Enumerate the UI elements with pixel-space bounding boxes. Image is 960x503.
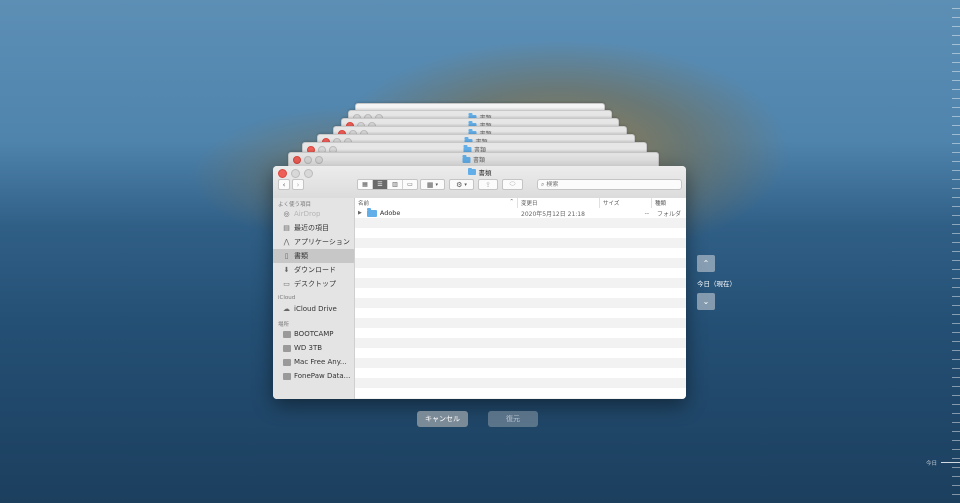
sidebar-item-bootcamp[interactable]: BOOTCAMP	[273, 327, 354, 341]
chevron-down-icon: ⌄	[702, 297, 710, 306]
column-date[interactable]: 変更日	[518, 198, 600, 208]
share-button[interactable]: ⇪	[478, 179, 498, 190]
finder-window: 書類 ‹ › ▦ ☰ ▥ ▭ ▦▾ ⚙▾ ⇪ ⬭ ⌕ よく使う項目 ◎AirDr…	[273, 166, 686, 399]
zoom-button[interactable]	[304, 169, 313, 178]
file-rows: ▶ Adobe 2020年5月12日 21:18 -- フォルダ	[355, 208, 686, 399]
sort-ascending-icon: ⌃	[509, 199, 514, 205]
sidebar-section-icloud: iCloud	[278, 295, 296, 301]
window-toolbar: 書類 ‹ › ▦ ☰ ▥ ▭ ▦ ▾ ⚙ ▾ ⇪ ⬭ ⌕	[273, 166, 686, 199]
view-mode-selector: ▦ ☰ ▥ ▭	[357, 179, 418, 190]
sidebar-item-desktop[interactable]: ▭ デスクトップ	[273, 277, 354, 291]
disclosure-triangle-icon[interactable]: ▶	[358, 210, 362, 216]
chevron-down-icon: ▾	[464, 181, 467, 188]
action-button[interactable]: ⚙ ▾	[449, 179, 474, 190]
newer-button[interactable]: ⌃	[697, 255, 715, 272]
search-field[interactable]: ⌕	[537, 179, 682, 190]
disk-icon	[282, 344, 291, 353]
restore-button[interactable]: 復元	[488, 411, 538, 427]
sidebar-item-applications[interactable]: ⋀ アプリケーション	[273, 235, 354, 249]
sidebar-item-wd-3tb[interactable]: WD 3TB	[273, 341, 354, 355]
sidebar-item-airdrop[interactable]: ◎ AirDrop	[273, 207, 354, 221]
window-title: 書類	[467, 167, 492, 177]
icon-view-icon[interactable]: ▦	[358, 180, 373, 189]
file-row-adobe[interactable]: ▶ Adobe 2020年5月12日 21:18 -- フォルダ	[355, 208, 686, 218]
tag-button[interactable]: ⬭	[502, 179, 523, 190]
share-icon: ⇪	[485, 180, 491, 189]
list-view-icon[interactable]: ☰	[373, 180, 388, 189]
disk-icon	[282, 358, 291, 367]
cancel-button[interactable]: キャンセル	[417, 411, 468, 427]
forward-button[interactable]: ›	[292, 179, 304, 190]
cloud-icon: ☁	[283, 305, 290, 313]
group-button[interactable]: ▦ ▾	[420, 179, 445, 190]
close-dot-icon	[293, 156, 301, 164]
sidebar-item-documents[interactable]: ▯ 書類	[273, 249, 354, 263]
timemachine-current-label: 今日（現在）	[697, 280, 736, 288]
sidebar-item-recents[interactable]: ▤ 最近の項目	[273, 221, 354, 235]
recents-icon: ▤	[283, 224, 290, 232]
folder-icon	[461, 155, 470, 163]
minimize-button[interactable]	[291, 169, 300, 178]
back-button[interactable]: ‹	[278, 179, 290, 190]
chevron-up-icon: ⌃	[702, 259, 710, 268]
window-controls	[293, 156, 323, 164]
gallery-view-icon[interactable]: ▭	[403, 180, 417, 189]
column-size[interactable]: サイズ	[600, 198, 652, 208]
grid-icon: ▦	[426, 180, 434, 189]
minimize-dot-icon	[304, 156, 312, 164]
file-name-cell: ▶ Adobe	[358, 208, 401, 217]
sidebar-section-favorites: よく使う項目	[278, 202, 312, 208]
older-button[interactable]: ⌄	[697, 293, 715, 310]
sidebar: よく使う項目 ◎ AirDrop ▤ 最近の項目 ⋀ アプリケーション ▯ 書類 ⬇ ダウ…	[273, 198, 355, 399]
file-size: --	[644, 209, 649, 217]
disk-icon	[282, 330, 291, 339]
column-name[interactable]: 名前 ⌃	[355, 198, 518, 208]
window-controls	[278, 169, 313, 178]
timeline-ruler[interactable]	[944, 0, 960, 503]
tag-icon: ⬭	[509, 180, 516, 188]
close-button[interactable]	[278, 169, 287, 178]
timeline-current-marker	[941, 462, 960, 463]
chevron-down-icon: ▾	[435, 181, 439, 188]
column-view-icon[interactable]: ▥	[388, 180, 403, 189]
gear-icon: ⚙	[456, 180, 463, 189]
sidebar-item-downloads[interactable]: ⬇ ダウンロード	[273, 263, 354, 277]
folder-icon	[366, 208, 377, 217]
file-kind: フォルダ	[657, 210, 682, 218]
column-kind[interactable]: 種類	[652, 198, 686, 208]
folder-icon	[467, 167, 476, 175]
disk-icon	[282, 372, 291, 381]
search-input[interactable]	[544, 181, 667, 188]
stacked-window-title: 書類	[461, 155, 485, 164]
sidebar-section-locations: 場所	[278, 322, 290, 328]
timeline-today-label: 今日	[926, 461, 938, 467]
sidebar-item-mac-free-any[interactable]: Mac Free Any...	[273, 355, 354, 369]
airdrop-icon: ◎	[283, 210, 290, 218]
documents-icon: ▯	[284, 252, 289, 260]
sidebar-item-fonepaw-data[interactable]: FonePaw Data...	[273, 369, 354, 383]
applications-icon: ⋀	[283, 238, 290, 246]
desktop-icon: ▭	[283, 280, 290, 288]
zoom-dot-icon	[315, 156, 323, 164]
file-list: 名前 ⌃ 変更日 サイズ 種類 ▶ Adobe 2020年5月12日 21:18 …	[355, 198, 686, 399]
file-date: 2020年5月12日 21:18	[521, 210, 585, 218]
downloads-icon: ⬇	[283, 266, 290, 274]
sidebar-item-icloud-drive[interactable]: ☁ iCloud Drive	[273, 302, 354, 316]
